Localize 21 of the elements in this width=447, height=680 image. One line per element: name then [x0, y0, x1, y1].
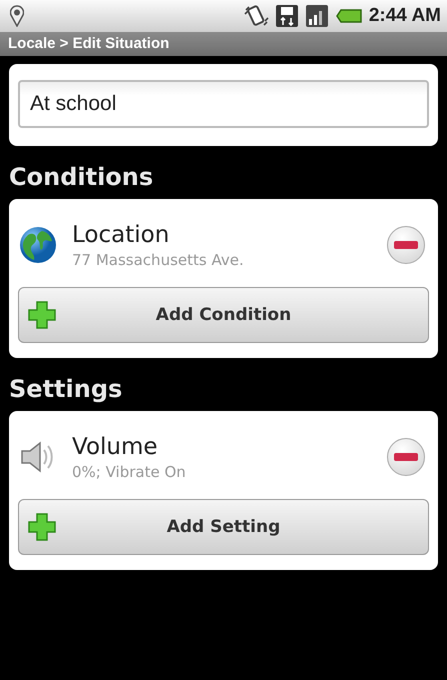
- location-pin-icon: [10, 5, 24, 27]
- signal-icon: [304, 4, 329, 28]
- plus-icon: [27, 512, 57, 542]
- section-heading: Settings: [8, 374, 124, 405]
- name-field[interactable]: At school: [18, 80, 429, 128]
- add-button[interactable]: Add Condition: [18, 287, 429, 343]
- minus-icon: [394, 241, 418, 249]
- item-summary: 0%; Vibrate On: [72, 462, 187, 480]
- clock-time: 2:44 AM: [368, 5, 441, 27]
- item-title: Volume: [72, 434, 159, 460]
- remove-button[interactable]: [387, 226, 425, 264]
- globe-icon: [18, 225, 58, 265]
- window-title: Locale > Edit Situation: [8, 34, 170, 54]
- remove-button[interactable]: [387, 438, 425, 476]
- item-title: Location: [72, 222, 170, 248]
- network-3g-icon: [274, 4, 299, 28]
- add-button[interactable]: Add Setting: [18, 499, 429, 555]
- minus-icon: [394, 453, 418, 461]
- item-summary: 77 Massachusetts Ave.: [72, 250, 245, 268]
- section-heading: Conditions: [8, 162, 154, 193]
- plus-icon: [27, 300, 57, 330]
